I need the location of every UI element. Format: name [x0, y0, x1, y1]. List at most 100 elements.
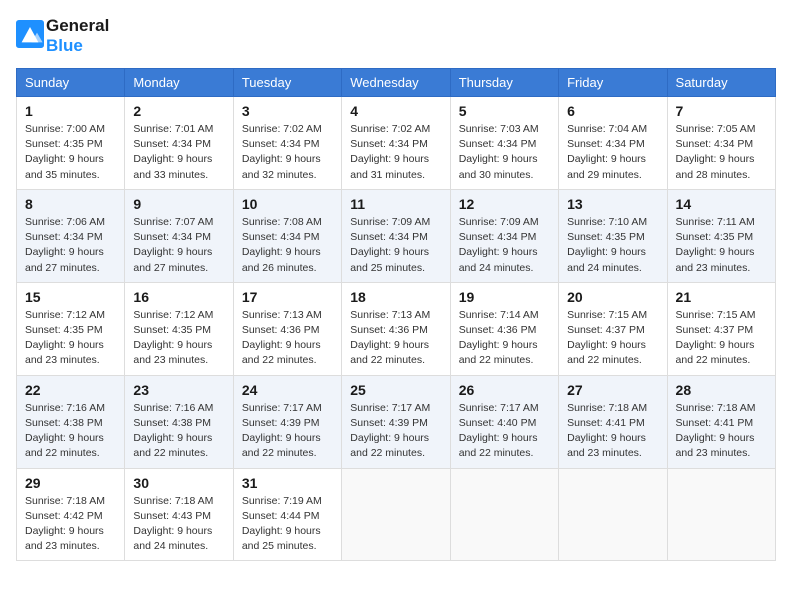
day-number: 22 — [25, 382, 116, 398]
day-info: Sunrise: 7:02 AMSunset: 4:34 PMDaylight:… — [350, 122, 441, 183]
calendar-cell — [450, 468, 558, 561]
day-number: 25 — [350, 382, 441, 398]
day-number: 31 — [242, 475, 333, 491]
day-number: 21 — [676, 289, 767, 305]
day-number: 30 — [133, 475, 224, 491]
day-number: 11 — [350, 196, 441, 212]
day-number: 17 — [242, 289, 333, 305]
day-number: 24 — [242, 382, 333, 398]
calendar-cell: 23 Sunrise: 7:16 AMSunset: 4:38 PMDayligh… — [125, 375, 233, 468]
calendar-week-row: 15 Sunrise: 7:12 AMSunset: 4:35 PMDayligh… — [17, 282, 776, 375]
weekday-header: Sunday — [17, 69, 125, 97]
calendar-cell: 5 Sunrise: 7:03 AMSunset: 4:34 PMDaylight… — [450, 97, 558, 190]
day-number: 5 — [459, 103, 550, 119]
calendar-cell: 2 Sunrise: 7:01 AMSunset: 4:34 PMDaylight… — [125, 97, 233, 190]
weekday-header: Wednesday — [342, 69, 450, 97]
calendar-cell: 13 Sunrise: 7:10 AMSunset: 4:35 PMDayligh… — [559, 189, 667, 282]
calendar-cell: 20 Sunrise: 7:15 AMSunset: 4:37 PMDayligh… — [559, 282, 667, 375]
day-info: Sunrise: 7:00 AMSunset: 4:35 PMDaylight:… — [25, 122, 116, 183]
calendar-cell: 11Sunrise: 7:09 AMSunset: 4:34 PMDayligh… — [342, 189, 450, 282]
day-info: Sunrise: 7:06 AMSunset: 4:34 PMDaylight:… — [25, 215, 116, 276]
page-header: General Blue — [16, 16, 776, 56]
calendar-week-row: 22 Sunrise: 7:16 AMSunset: 4:38 PMDayligh… — [17, 375, 776, 468]
day-number: 27 — [567, 382, 658, 398]
day-info: Sunrise: 7:12 AMSunset: 4:35 PMDaylight:… — [133, 308, 224, 369]
day-number: 15 — [25, 289, 116, 305]
day-info: Sunrise: 7:15 AMSunset: 4:37 PMDaylight:… — [567, 308, 658, 369]
calendar-week-row: 8 Sunrise: 7:06 AMSunset: 4:34 PMDaylight… — [17, 189, 776, 282]
day-info: Sunrise: 7:18 AMSunset: 4:41 PMDaylight:… — [567, 401, 658, 462]
calendar-table: SundayMondayTuesdayWednesdayThursdayFrid… — [16, 68, 776, 561]
calendar-cell: 21Sunrise: 7:15 AMSunset: 4:37 PMDayligh… — [667, 282, 775, 375]
calendar-cell: 17 Sunrise: 7:13 AMSunset: 4:36 PMDayligh… — [233, 282, 341, 375]
logo: General Blue — [16, 16, 109, 56]
day-number: 7 — [676, 103, 767, 119]
day-info: Sunrise: 7:14 AMSunset: 4:36 PMDaylight:… — [459, 308, 550, 369]
day-info: Sunrise: 7:17 AMSunset: 4:39 PMDaylight:… — [350, 401, 441, 462]
day-info: Sunrise: 7:03 AMSunset: 4:34 PMDaylight:… — [459, 122, 550, 183]
calendar-cell: 14 Sunrise: 7:11 AMSunset: 4:35 PMDayligh… — [667, 189, 775, 282]
day-info: Sunrise: 7:16 AMSunset: 4:38 PMDaylight:… — [133, 401, 224, 462]
calendar-cell: 7 Sunrise: 7:05 AMSunset: 4:34 PMDaylight… — [667, 97, 775, 190]
calendar-cell: 10 Sunrise: 7:08 AMSunset: 4:34 PMDayligh… — [233, 189, 341, 282]
calendar-cell: 4 Sunrise: 7:02 AMSunset: 4:34 PMDaylight… — [342, 97, 450, 190]
day-number: 29 — [25, 475, 116, 491]
day-number: 23 — [133, 382, 224, 398]
day-info: Sunrise: 7:02 AMSunset: 4:34 PMDaylight:… — [242, 122, 333, 183]
calendar-cell: 16 Sunrise: 7:12 AMSunset: 4:35 PMDayligh… — [125, 282, 233, 375]
calendar-cell: 9 Sunrise: 7:07 AMSunset: 4:34 PMDaylight… — [125, 189, 233, 282]
calendar-cell: 27 Sunrise: 7:18 AMSunset: 4:41 PMDayligh… — [559, 375, 667, 468]
day-info: Sunrise: 7:16 AMSunset: 4:38 PMDaylight:… — [25, 401, 116, 462]
day-info: Sunrise: 7:18 AMSunset: 4:41 PMDaylight:… — [676, 401, 767, 462]
day-info: Sunrise: 7:13 AMSunset: 4:36 PMDaylight:… — [350, 308, 441, 369]
day-info: Sunrise: 7:04 AMSunset: 4:34 PMDaylight:… — [567, 122, 658, 183]
day-number: 16 — [133, 289, 224, 305]
weekday-header: Friday — [559, 69, 667, 97]
calendar-cell: 8 Sunrise: 7:06 AMSunset: 4:34 PMDaylight… — [17, 189, 125, 282]
day-number: 4 — [350, 103, 441, 119]
day-info: Sunrise: 7:12 AMSunset: 4:35 PMDaylight:… — [25, 308, 116, 369]
day-number: 26 — [459, 382, 550, 398]
calendar-cell: 25 Sunrise: 7:17 AMSunset: 4:39 PMDayligh… — [342, 375, 450, 468]
calendar-cell — [559, 468, 667, 561]
calendar-cell: 22 Sunrise: 7:16 AMSunset: 4:38 PMDayligh… — [17, 375, 125, 468]
day-info: Sunrise: 7:18 AMSunset: 4:43 PMDaylight:… — [133, 494, 224, 555]
calendar-cell: 12 Sunrise: 7:09 AMSunset: 4:34 PMDayligh… — [450, 189, 558, 282]
day-number: 1 — [25, 103, 116, 119]
day-info: Sunrise: 7:19 AMSunset: 4:44 PMDaylight:… — [242, 494, 333, 555]
calendar-cell — [667, 468, 775, 561]
calendar-cell: 31 Sunrise: 7:19 AMSunset: 4:44 PMDayligh… — [233, 468, 341, 561]
day-info: Sunrise: 7:11 AMSunset: 4:35 PMDaylight:… — [676, 215, 767, 276]
weekday-header: Thursday — [450, 69, 558, 97]
calendar-cell: 19Sunrise: 7:14 AMSunset: 4:36 PMDayligh… — [450, 282, 558, 375]
day-info: Sunrise: 7:17 AMSunset: 4:39 PMDaylight:… — [242, 401, 333, 462]
day-info: Sunrise: 7:05 AMSunset: 4:34 PMDaylight:… — [676, 122, 767, 183]
weekday-header: Tuesday — [233, 69, 341, 97]
day-number: 12 — [459, 196, 550, 212]
day-number: 13 — [567, 196, 658, 212]
logo-icon — [16, 20, 44, 48]
calendar-week-row: 1 Sunrise: 7:00 AMSunset: 4:35 PMDaylight… — [17, 97, 776, 190]
day-number: 10 — [242, 196, 333, 212]
day-number: 28 — [676, 382, 767, 398]
day-number: 14 — [676, 196, 767, 212]
day-number: 18 — [350, 289, 441, 305]
day-number: 20 — [567, 289, 658, 305]
weekday-header: Monday — [125, 69, 233, 97]
calendar-cell: 15 Sunrise: 7:12 AMSunset: 4:35 PMDayligh… — [17, 282, 125, 375]
day-number: 2 — [133, 103, 224, 119]
calendar-cell: 24 Sunrise: 7:17 AMSunset: 4:39 PMDayligh… — [233, 375, 341, 468]
day-info: Sunrise: 7:09 AMSunset: 4:34 PMDaylight:… — [459, 215, 550, 276]
day-info: Sunrise: 7:13 AMSunset: 4:36 PMDaylight:… — [242, 308, 333, 369]
calendar-cell: 29Sunrise: 7:18 AMSunset: 4:42 PMDayligh… — [17, 468, 125, 561]
weekday-header: Saturday — [667, 69, 775, 97]
logo-text: General Blue — [46, 16, 109, 56]
day-info: Sunrise: 7:01 AMSunset: 4:34 PMDaylight:… — [133, 122, 224, 183]
day-number: 9 — [133, 196, 224, 212]
day-number: 6 — [567, 103, 658, 119]
day-info: Sunrise: 7:07 AMSunset: 4:34 PMDaylight:… — [133, 215, 224, 276]
day-info: Sunrise: 7:08 AMSunset: 4:34 PMDaylight:… — [242, 215, 333, 276]
day-number: 8 — [25, 196, 116, 212]
calendar-cell: 3Sunrise: 7:02 AMSunset: 4:34 PMDaylight… — [233, 97, 341, 190]
day-info: Sunrise: 7:10 AMSunset: 4:35 PMDaylight:… — [567, 215, 658, 276]
